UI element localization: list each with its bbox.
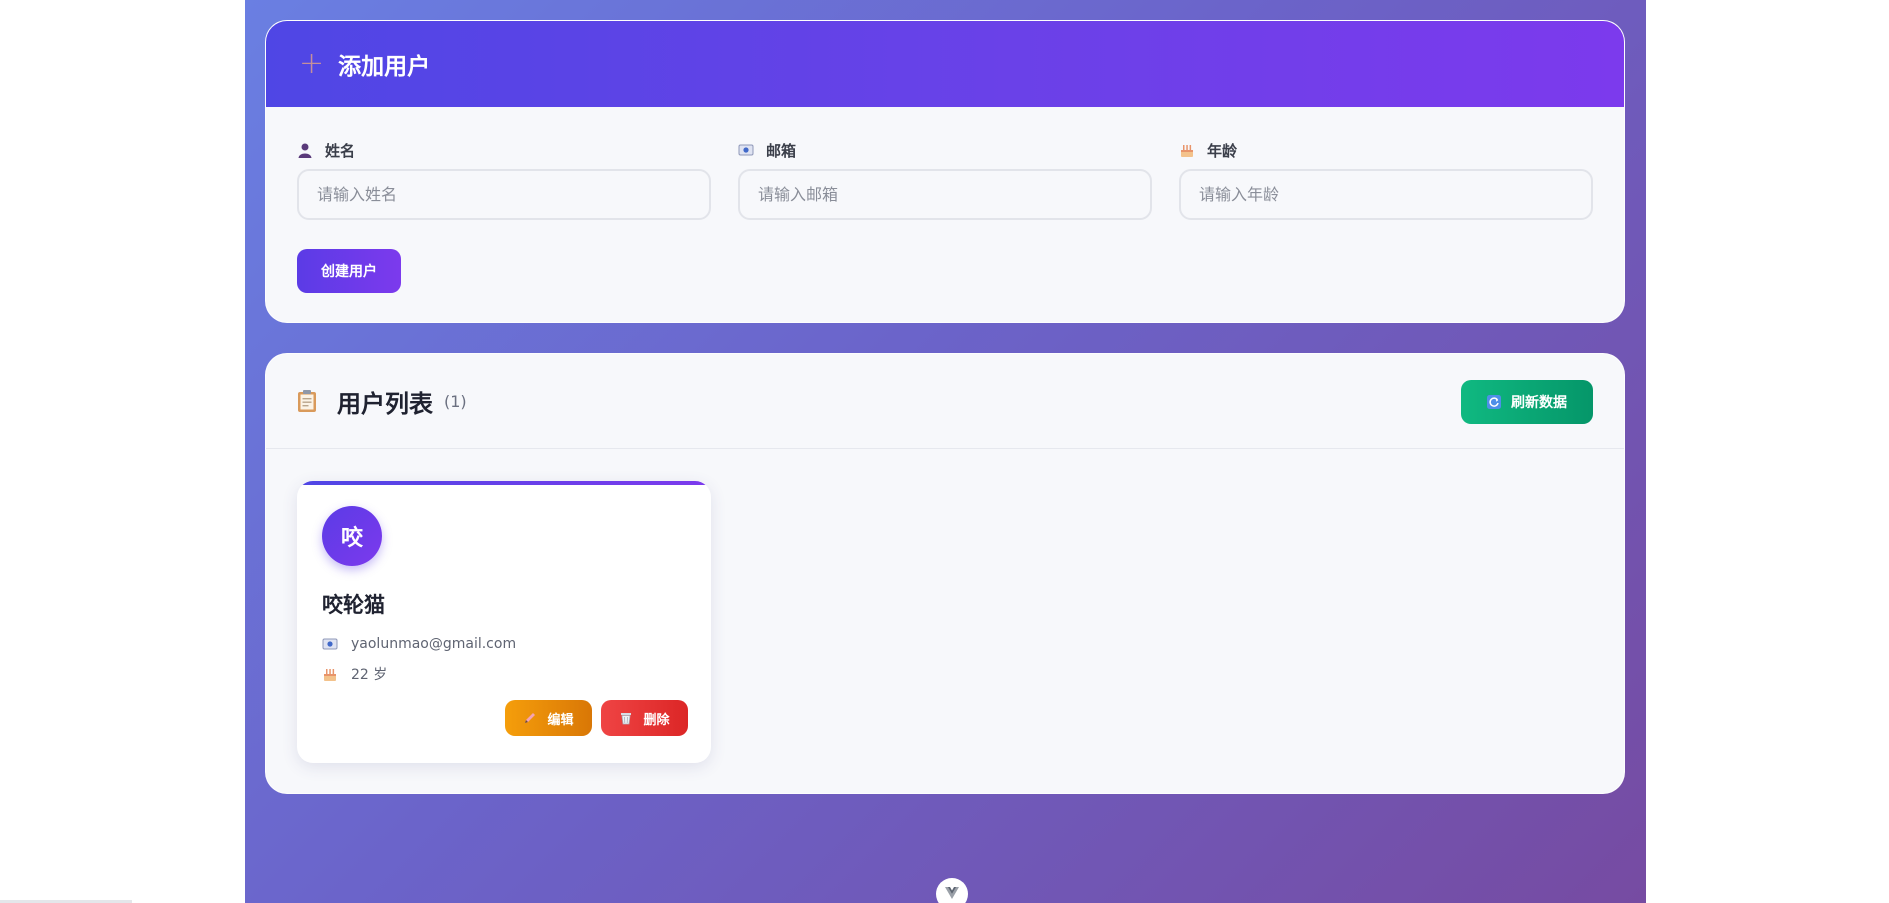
app-background: + 添加用户 姓名 请输入姓名 邮箱 请输入邮箱 年龄 请输入年龄 创建用户 用… bbox=[245, 0, 1646, 903]
plus-icon: + bbox=[299, 46, 325, 81]
user-card: 咬 咬轮猫 yaolunmao@gmail.com 22 岁 编辑 删除 bbox=[297, 481, 711, 763]
user-list-title: 用户列表 bbox=[337, 389, 433, 418]
user-email: yaolunmao@gmail.com bbox=[351, 636, 517, 652]
mail-icon bbox=[322, 638, 338, 650]
name-input[interactable] bbox=[297, 169, 711, 220]
user-list-card: 用户列表 (1) 刷新数据 咬 咬轮猫 yaolunmao@gmail.com … bbox=[265, 353, 1625, 794]
add-user-card: + 添加用户 姓名 请输入姓名 邮箱 请输入邮箱 年龄 请输入年龄 创建用户 bbox=[265, 20, 1625, 323]
age-field-group: 年龄 bbox=[1179, 141, 1593, 220]
age-label: 年龄 bbox=[1207, 141, 1238, 160]
refresh-data-label: 刷新数据 bbox=[1511, 395, 1567, 411]
trash-icon bbox=[621, 713, 632, 725]
add-user-header: + 添加用户 bbox=[266, 21, 1624, 107]
user-card-accent-bar bbox=[297, 481, 711, 485]
user-age-row: 22 岁 bbox=[322, 664, 387, 684]
refresh-data-button[interactable]: 刷新数据 bbox=[1461, 380, 1593, 424]
edit-label: 编辑 bbox=[547, 712, 574, 728]
vue-devtools-button[interactable] bbox=[936, 878, 968, 903]
refresh-icon bbox=[1487, 395, 1501, 409]
cake-icon bbox=[324, 669, 336, 681]
create-user-button[interactable]: 创建用户 bbox=[297, 249, 401, 293]
name-label: 姓名 bbox=[325, 141, 356, 160]
person-icon bbox=[298, 143, 312, 158]
user-count-badge: (1) bbox=[444, 391, 467, 411]
age-input[interactable] bbox=[1179, 169, 1593, 220]
cake-icon bbox=[1181, 145, 1193, 157]
clipboard-icon bbox=[298, 390, 316, 412]
edit-user-button[interactable]: 编辑 bbox=[505, 700, 592, 736]
user-email-row: yaolunmao@gmail.com bbox=[322, 636, 516, 652]
delete-user-button[interactable]: 删除 bbox=[601, 700, 688, 736]
vue-logo-icon bbox=[945, 887, 959, 899]
name-field-group: 姓名 bbox=[297, 141, 711, 220]
add-user-form: 姓名 邮箱 bbox=[297, 141, 1593, 220]
user-list-header: 用户列表 (1) 刷新数据 bbox=[266, 354, 1624, 449]
user-name: 咬轮猫 bbox=[322, 593, 385, 617]
user-age: 22 岁 bbox=[351, 667, 388, 683]
email-label: 邮箱 bbox=[766, 141, 797, 160]
delete-label: 删除 bbox=[643, 712, 670, 728]
avatar: 咬 bbox=[322, 506, 382, 566]
add-user-title: 添加用户 bbox=[338, 54, 431, 80]
mail-icon bbox=[738, 144, 754, 156]
email-field-group: 邮箱 bbox=[738, 141, 1152, 220]
email-input[interactable] bbox=[738, 169, 1152, 220]
pencil-icon bbox=[525, 713, 536, 723]
